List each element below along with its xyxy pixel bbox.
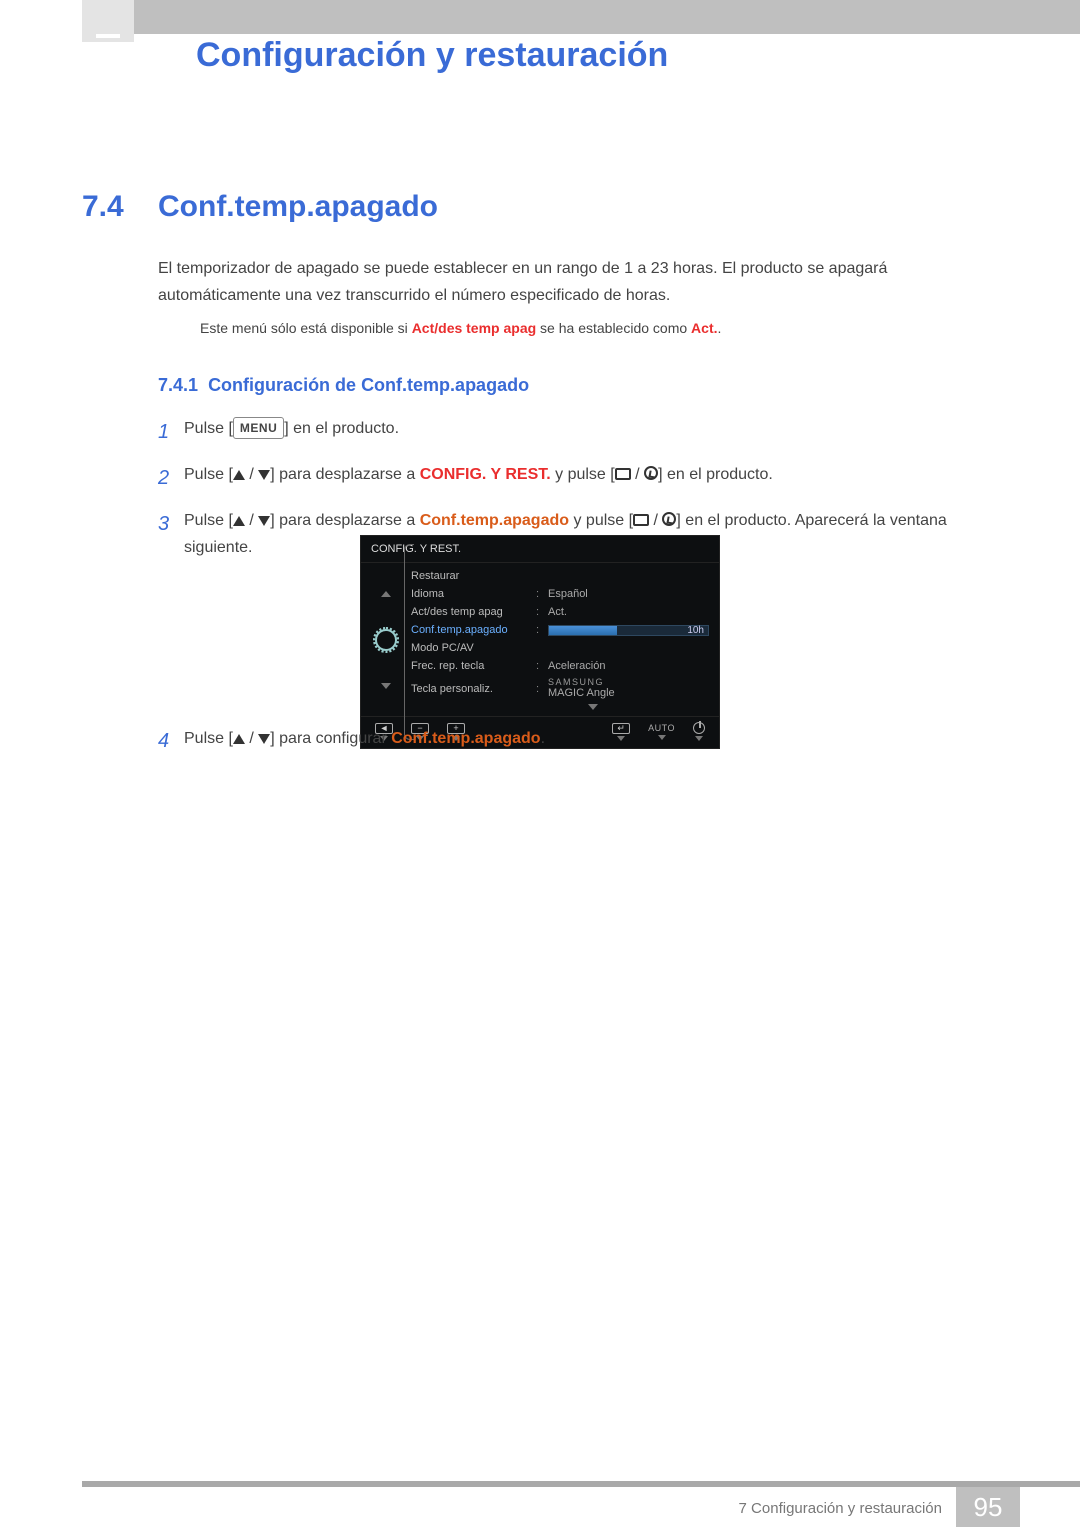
step-4-number: 4 bbox=[158, 730, 184, 753]
page-footer: 7 Configuración y restauración 95 bbox=[0, 1481, 1080, 1527]
osd-row-idioma: Idioma : Español bbox=[411, 585, 719, 603]
osd-row-restaurar: Restaurar bbox=[411, 567, 719, 585]
osd-body: Restaurar Idioma : Español Act/des temp … bbox=[361, 563, 719, 716]
subsection-number: 7.4.1 bbox=[158, 375, 198, 395]
note-text: Este menú sólo está disponible si Act/de… bbox=[200, 320, 998, 336]
osd-row-conftemp: Conf.temp.apagado : 10h bbox=[411, 621, 719, 639]
step-3-target: Conf.temp.apagado bbox=[420, 512, 569, 529]
down-arrow-icon bbox=[258, 470, 270, 480]
brace-icon bbox=[404, 544, 414, 740]
step-3-number: 3 bbox=[158, 507, 184, 541]
step-4-text: Pulse [ / ] para configurar Conf.temp.ap… bbox=[184, 730, 998, 748]
step-2-text: Pulse [ / ] para desplazarse a CONFIG. Y… bbox=[184, 461, 998, 488]
header-bar bbox=[82, 0, 1080, 34]
gear-icon bbox=[375, 629, 397, 651]
chevron-down-icon bbox=[588, 704, 598, 710]
osd-up-arrow-icon bbox=[381, 591, 391, 597]
note-mid: se ha establecido como bbox=[536, 320, 691, 336]
enter-button-icon bbox=[644, 466, 658, 480]
osd-down-arrow-icon bbox=[381, 683, 391, 689]
osd-slider-value: 10h bbox=[687, 625, 704, 636]
section-title: Conf.temp.apagado bbox=[158, 190, 438, 224]
down-arrow-icon bbox=[258, 516, 270, 526]
step-2: 2 Pulse [ / ] para desplazarse a CONFIG.… bbox=[158, 461, 998, 495]
subsection-heading: 7.4.1 Configuración de Conf.temp.apagado bbox=[158, 375, 529, 396]
step-1: 1 Pulse [MENU] en el producto. bbox=[158, 415, 998, 449]
step-4: 4 Pulse [ / ] para configurar Conf.temp.… bbox=[158, 730, 998, 753]
up-arrow-icon bbox=[233, 470, 245, 480]
step-2-number: 2 bbox=[158, 461, 184, 495]
osd-row-actdes: Act/des temp apag : Act. bbox=[411, 603, 719, 621]
subsection-title: Configuración de Conf.temp.apagado bbox=[208, 375, 529, 395]
menu-button-icon: MENU bbox=[233, 417, 284, 439]
osd-row-tecla: Tecla personaliz. : SAMSUNG MAGIC Angle bbox=[411, 675, 719, 702]
osd-more-arrow bbox=[411, 704, 719, 710]
page-number-box: 95 bbox=[956, 1487, 1020, 1527]
chapter-title: Configuración y restauración bbox=[196, 36, 668, 75]
header-tab bbox=[82, 0, 134, 42]
note-prefix: Este menú sólo está disponible si bbox=[200, 320, 412, 336]
footer-chapter-label: 7 Configuración y restauración bbox=[739, 1500, 942, 1517]
page-number: 95 bbox=[974, 1492, 1003, 1523]
source-button-icon bbox=[633, 514, 649, 526]
osd-list: Restaurar Idioma : Español Act/des temp … bbox=[411, 563, 719, 716]
step-4-target: Conf.temp.apagado bbox=[391, 730, 540, 747]
note-suffix: . bbox=[718, 320, 722, 336]
source-button-icon bbox=[615, 468, 631, 480]
osd-row-modopc: Modo PC/AV bbox=[411, 639, 719, 657]
step-1-text: Pulse [MENU] en el producto. bbox=[184, 415, 998, 442]
enter-button-icon bbox=[662, 512, 676, 526]
osd-title: CONFIG. Y REST. bbox=[361, 536, 719, 563]
intro-paragraph: El temporizador de apagado se puede esta… bbox=[158, 255, 998, 309]
up-arrow-icon bbox=[233, 516, 245, 526]
magic-angle-label: MAGIC Angle bbox=[548, 687, 615, 699]
osd-row-frec: Frec. rep. tecla : Aceleración bbox=[411, 657, 719, 675]
step-1-number: 1 bbox=[158, 415, 184, 449]
up-arrow-icon bbox=[233, 734, 245, 744]
note-em1: Act/des temp apag bbox=[412, 320, 536, 336]
osd-menu: CONFIG. Y REST. Restaurar Idioma : Españ… bbox=[360, 535, 720, 749]
step-2-target: CONFIG. Y REST. bbox=[420, 466, 551, 483]
down-arrow-icon bbox=[258, 734, 270, 744]
footer-rule bbox=[82, 1481, 1080, 1487]
samsung-label: SAMSUNG bbox=[548, 678, 709, 687]
osd-slider-fill bbox=[549, 626, 617, 635]
section-number: 7.4 bbox=[82, 190, 124, 224]
note-em2: Act. bbox=[691, 320, 717, 336]
osd-slider: 10h bbox=[548, 625, 709, 636]
